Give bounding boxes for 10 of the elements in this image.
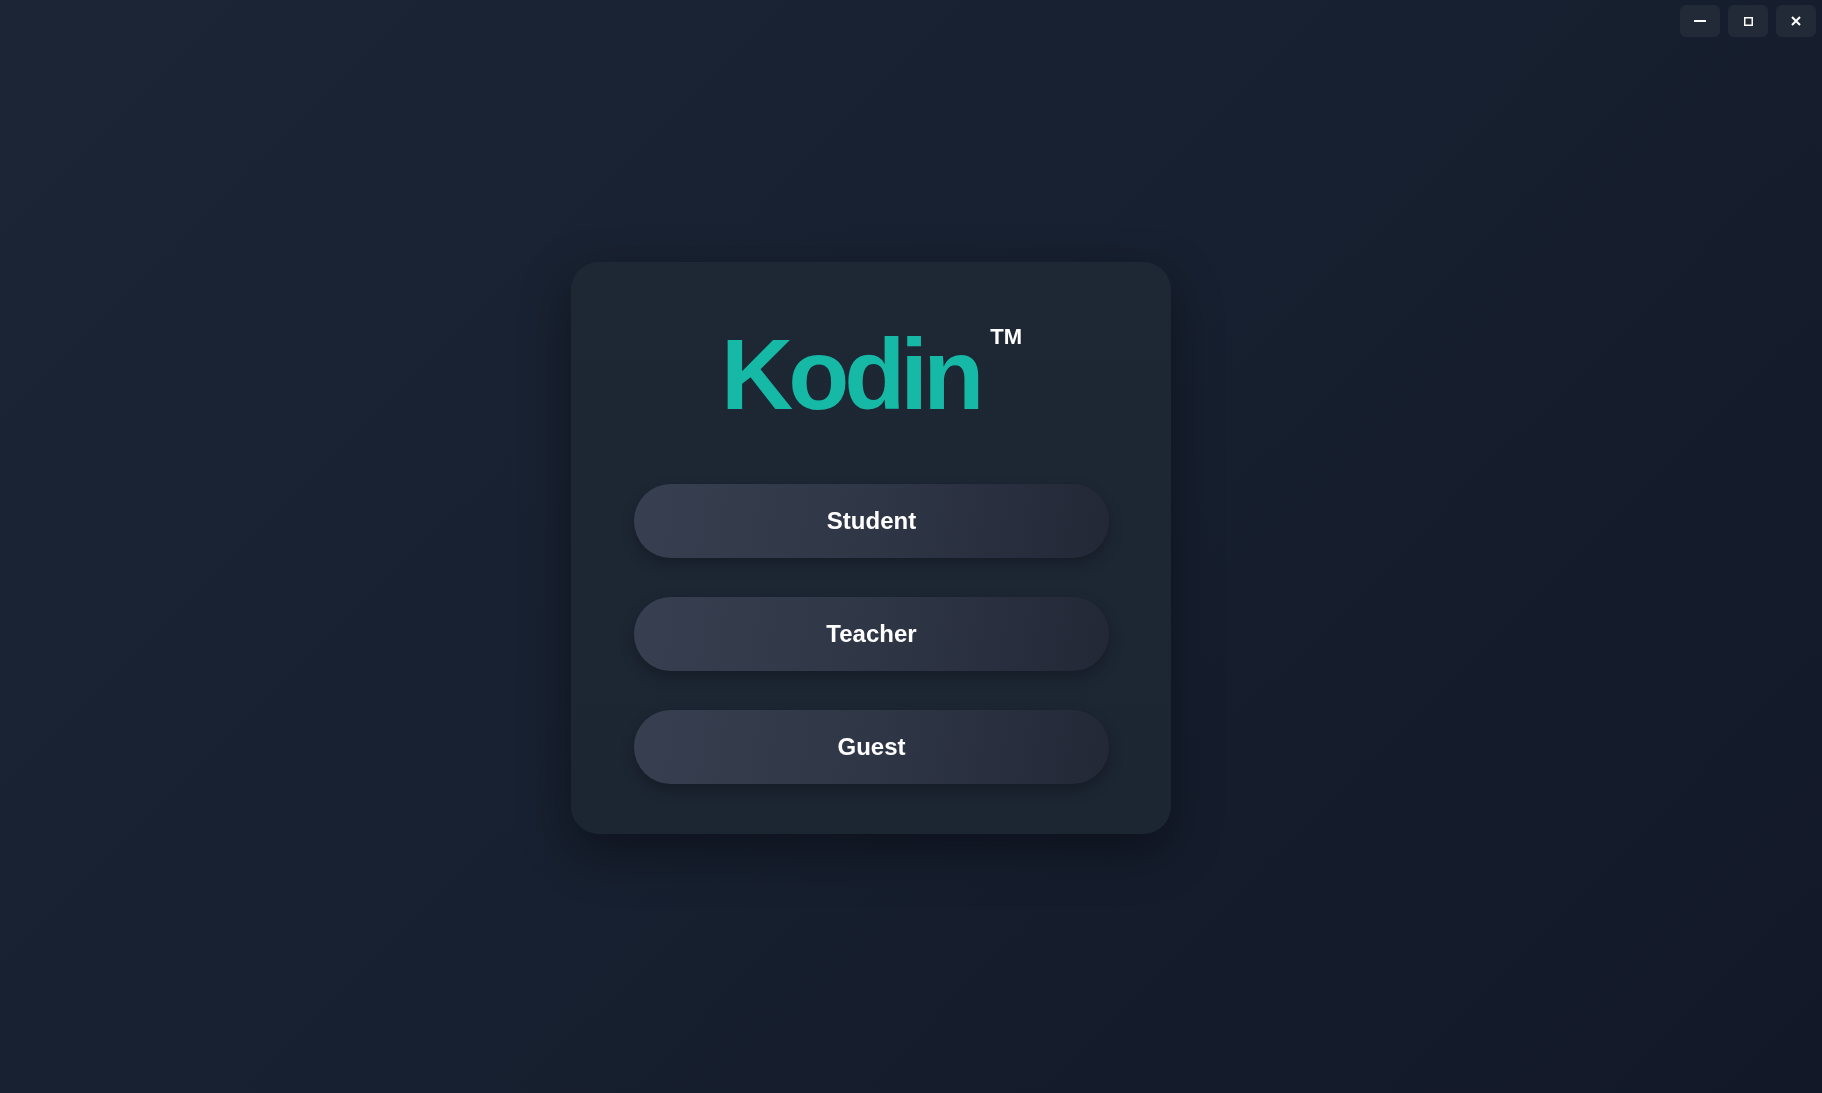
close-icon [1791, 16, 1801, 26]
minimize-icon [1694, 20, 1706, 22]
maximize-icon [1743, 16, 1753, 26]
role-button[interactable]: Student [634, 484, 1109, 558]
maximize-button[interactable] [1728, 5, 1768, 37]
trademark-mark: TM [990, 326, 1022, 348]
role-button[interactable]: Guest [634, 710, 1109, 784]
close-button[interactable] [1776, 5, 1816, 37]
app-title: Kodin [721, 324, 980, 424]
role-button[interactable]: Teacher [634, 597, 1109, 671]
